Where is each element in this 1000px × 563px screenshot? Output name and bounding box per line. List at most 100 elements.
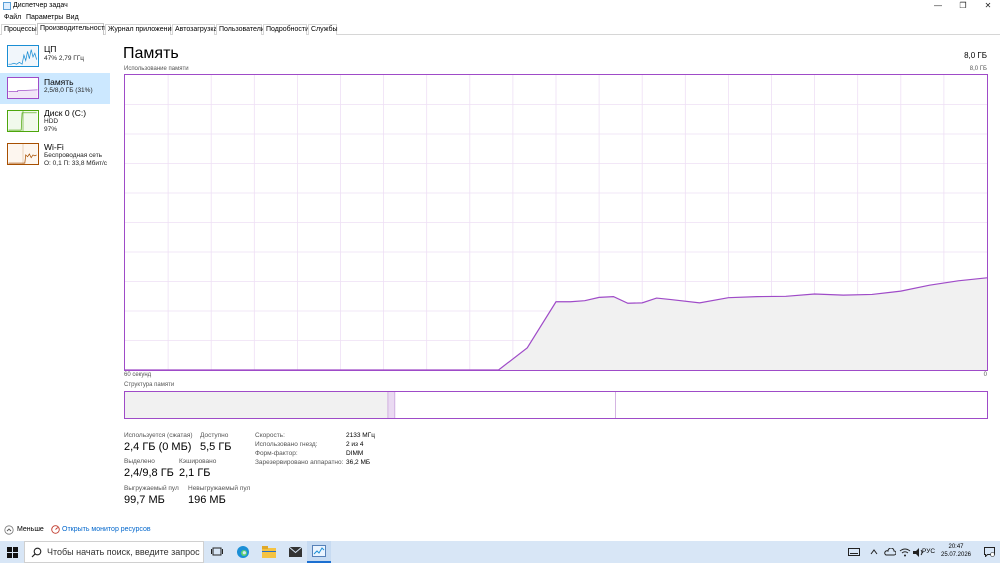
task-manager-icon	[312, 545, 326, 557]
slots-label: Использовано гнезд:	[255, 441, 318, 448]
file-explorer-button[interactable]	[257, 541, 281, 563]
menu-bar: Файл Параметры Вид	[0, 12, 1000, 23]
paged-pool-value: 99,7 МБ	[124, 494, 165, 506]
sidebar-item-detail-2: О: 0,1 П: 33,8 Мбит/с	[44, 160, 108, 167]
available-value: 5,5 ГБ	[200, 441, 232, 453]
mail-icon	[288, 547, 302, 557]
memory-composition-bar	[124, 391, 988, 419]
start-button[interactable]	[0, 541, 24, 563]
taskbar-search-input[interactable]: Чтобы начать поиск, введите запрос	[24, 541, 204, 563]
wifi-thumbnail	[7, 143, 39, 165]
form-factor-value: DIMM	[346, 450, 364, 457]
time-caption: 60 секунд	[124, 372, 152, 378]
tab-users[interactable]: Пользователи	[216, 24, 265, 35]
sidebar-item-label: Wi-Fi	[44, 142, 64, 152]
tab-processes[interactable]: Процессы	[1, 24, 37, 35]
committed-value: 2,4/9,8 ГБ	[124, 467, 174, 479]
onedrive-button[interactable]	[882, 541, 898, 563]
slots-value: 2 из 4	[346, 441, 364, 448]
committed-label: Выделено	[124, 458, 155, 465]
sidebar-item-detail: Беспроводная сеть	[44, 152, 103, 159]
keyboard-icon	[848, 548, 860, 556]
folder-icon	[262, 546, 276, 558]
tab-services[interactable]: Службы	[308, 24, 338, 35]
tab-details[interactable]: Подробности	[263, 24, 309, 35]
reserved-label: Зарезервировано аппаратно:	[255, 459, 344, 466]
sidebar-item-label: Память	[44, 77, 74, 87]
speed-value: 2133 МГц	[346, 432, 375, 439]
wifi-icon	[899, 548, 911, 556]
usage-caption: Использование памяти	[124, 66, 189, 72]
sidebar-item-memory[interactable]: Память 2,5/8,0 ГБ (31%)	[0, 73, 110, 104]
touch-keyboard-button[interactable]	[842, 541, 866, 563]
structure-caption: Структура памяти	[124, 382, 175, 388]
available-label: Доступно	[200, 432, 229, 439]
disk-thumbnail	[7, 110, 39, 132]
tab-app-history[interactable]: Журнал приложений	[105, 24, 175, 35]
notification-center-button[interactable]	[978, 541, 1000, 563]
search-placeholder: Чтобы начать поиск, введите запрос	[47, 547, 200, 557]
task-manager-taskbar-button[interactable]	[307, 541, 331, 563]
close-button[interactable]: ✕	[976, 0, 1000, 12]
composition-segment-standby	[394, 392, 616, 418]
clock[interactable]: 20:47 25.07.2026	[938, 543, 974, 559]
usage-max: 8,0 ГБ	[969, 66, 987, 72]
time-end: 0	[983, 372, 987, 378]
cached-label: Кэшировано	[179, 458, 217, 465]
show-hidden-icons-button[interactable]	[866, 541, 882, 563]
search-icon	[31, 547, 42, 558]
minimize-button[interactable]: —	[926, 0, 950, 12]
title-bar: Диспетчер задач — ❐ ✕	[0, 0, 1000, 12]
footer-bar: Меньше Открыть монитор ресурсов	[0, 522, 1000, 538]
composition-segment-modified	[387, 392, 395, 418]
sidebar-item-detail: 2,5/8,0 ГБ (31%)	[44, 87, 93, 94]
composition-segment-free	[615, 392, 987, 418]
sidebar-item-detail-2: 97%	[44, 126, 58, 133]
chevron-up-icon[interactable]	[4, 525, 14, 535]
speed-label: Скорость:	[255, 432, 285, 439]
memory-usage-graph	[124, 74, 988, 371]
taskbar: Чтобы начать поиск, введите запрос РУС	[0, 541, 1000, 563]
cached-value: 2,1 ГБ	[179, 467, 211, 479]
maximize-button[interactable]: ❐	[951, 0, 975, 12]
task-view-button[interactable]	[205, 541, 229, 563]
task-view-icon	[211, 547, 223, 556]
tab-performance[interactable]: Производительность	[37, 23, 108, 35]
sidebar-item-label: Диск 0 (C:)	[44, 108, 87, 118]
menu-file[interactable]: Файл	[4, 12, 21, 23]
tab-startup[interactable]: Автозагрузка	[172, 24, 217, 35]
menu-options[interactable]: Параметры	[26, 12, 63, 23]
sidebar-item-label: ЦП	[44, 44, 57, 54]
memory-thumbnail	[7, 77, 39, 99]
in-use-value: 2,4 ГБ (0 МБ)	[124, 441, 192, 453]
task-manager-icon	[3, 2, 11, 10]
in-use-label: Используется (сжатая)	[124, 432, 193, 439]
open-resource-monitor-link[interactable]: Открыть монитор ресурсов	[62, 522, 151, 538]
cpu-thumbnail	[7, 45, 39, 67]
sidebar-item-cpu[interactable]: ЦП 47% 2,79 ГГц	[0, 41, 110, 73]
page-title: Память	[123, 45, 179, 62]
tab-bar: Процессы Производительность Журнал прило…	[0, 23, 1000, 35]
nonpaged-pool-value: 196 МБ	[188, 494, 226, 506]
composition-segment-in_use	[125, 392, 388, 418]
chevron-up-icon	[870, 549, 878, 555]
fewer-details-link[interactable]: Меньше	[17, 522, 44, 538]
sidebar-item-disk[interactable]: Диск 0 (C:) HDD 97%	[0, 106, 110, 138]
reserved-value: 36,2 МБ	[346, 459, 371, 466]
paged-pool-label: Выгружаемый пул	[124, 485, 179, 492]
nonpaged-pool-label: Невыгружаемый пул	[188, 485, 251, 492]
cloud-icon	[884, 548, 896, 556]
mail-button[interactable]	[283, 541, 307, 563]
language-indicator[interactable]: РУС	[922, 541, 935, 563]
form-factor-label: Форм-фактор:	[255, 450, 298, 457]
clock-time: 20:47	[948, 544, 964, 550]
sidebar-item-detail: HDD	[44, 118, 59, 125]
windows-icon	[6, 546, 18, 558]
sidebar-item-detail: 47% 2,79 ГГц	[44, 55, 85, 62]
total-memory: 8,0 ГБ	[964, 51, 987, 60]
menu-view[interactable]: Вид	[66, 12, 79, 23]
edge-button[interactable]	[231, 541, 255, 563]
notification-icon	[983, 547, 995, 557]
clock-date: 25.07.2026	[940, 552, 972, 558]
sidebar-item-wifi[interactable]: Wi-Fi Беспроводная сеть О: 0,1 П: 33,8 М…	[0, 140, 110, 172]
